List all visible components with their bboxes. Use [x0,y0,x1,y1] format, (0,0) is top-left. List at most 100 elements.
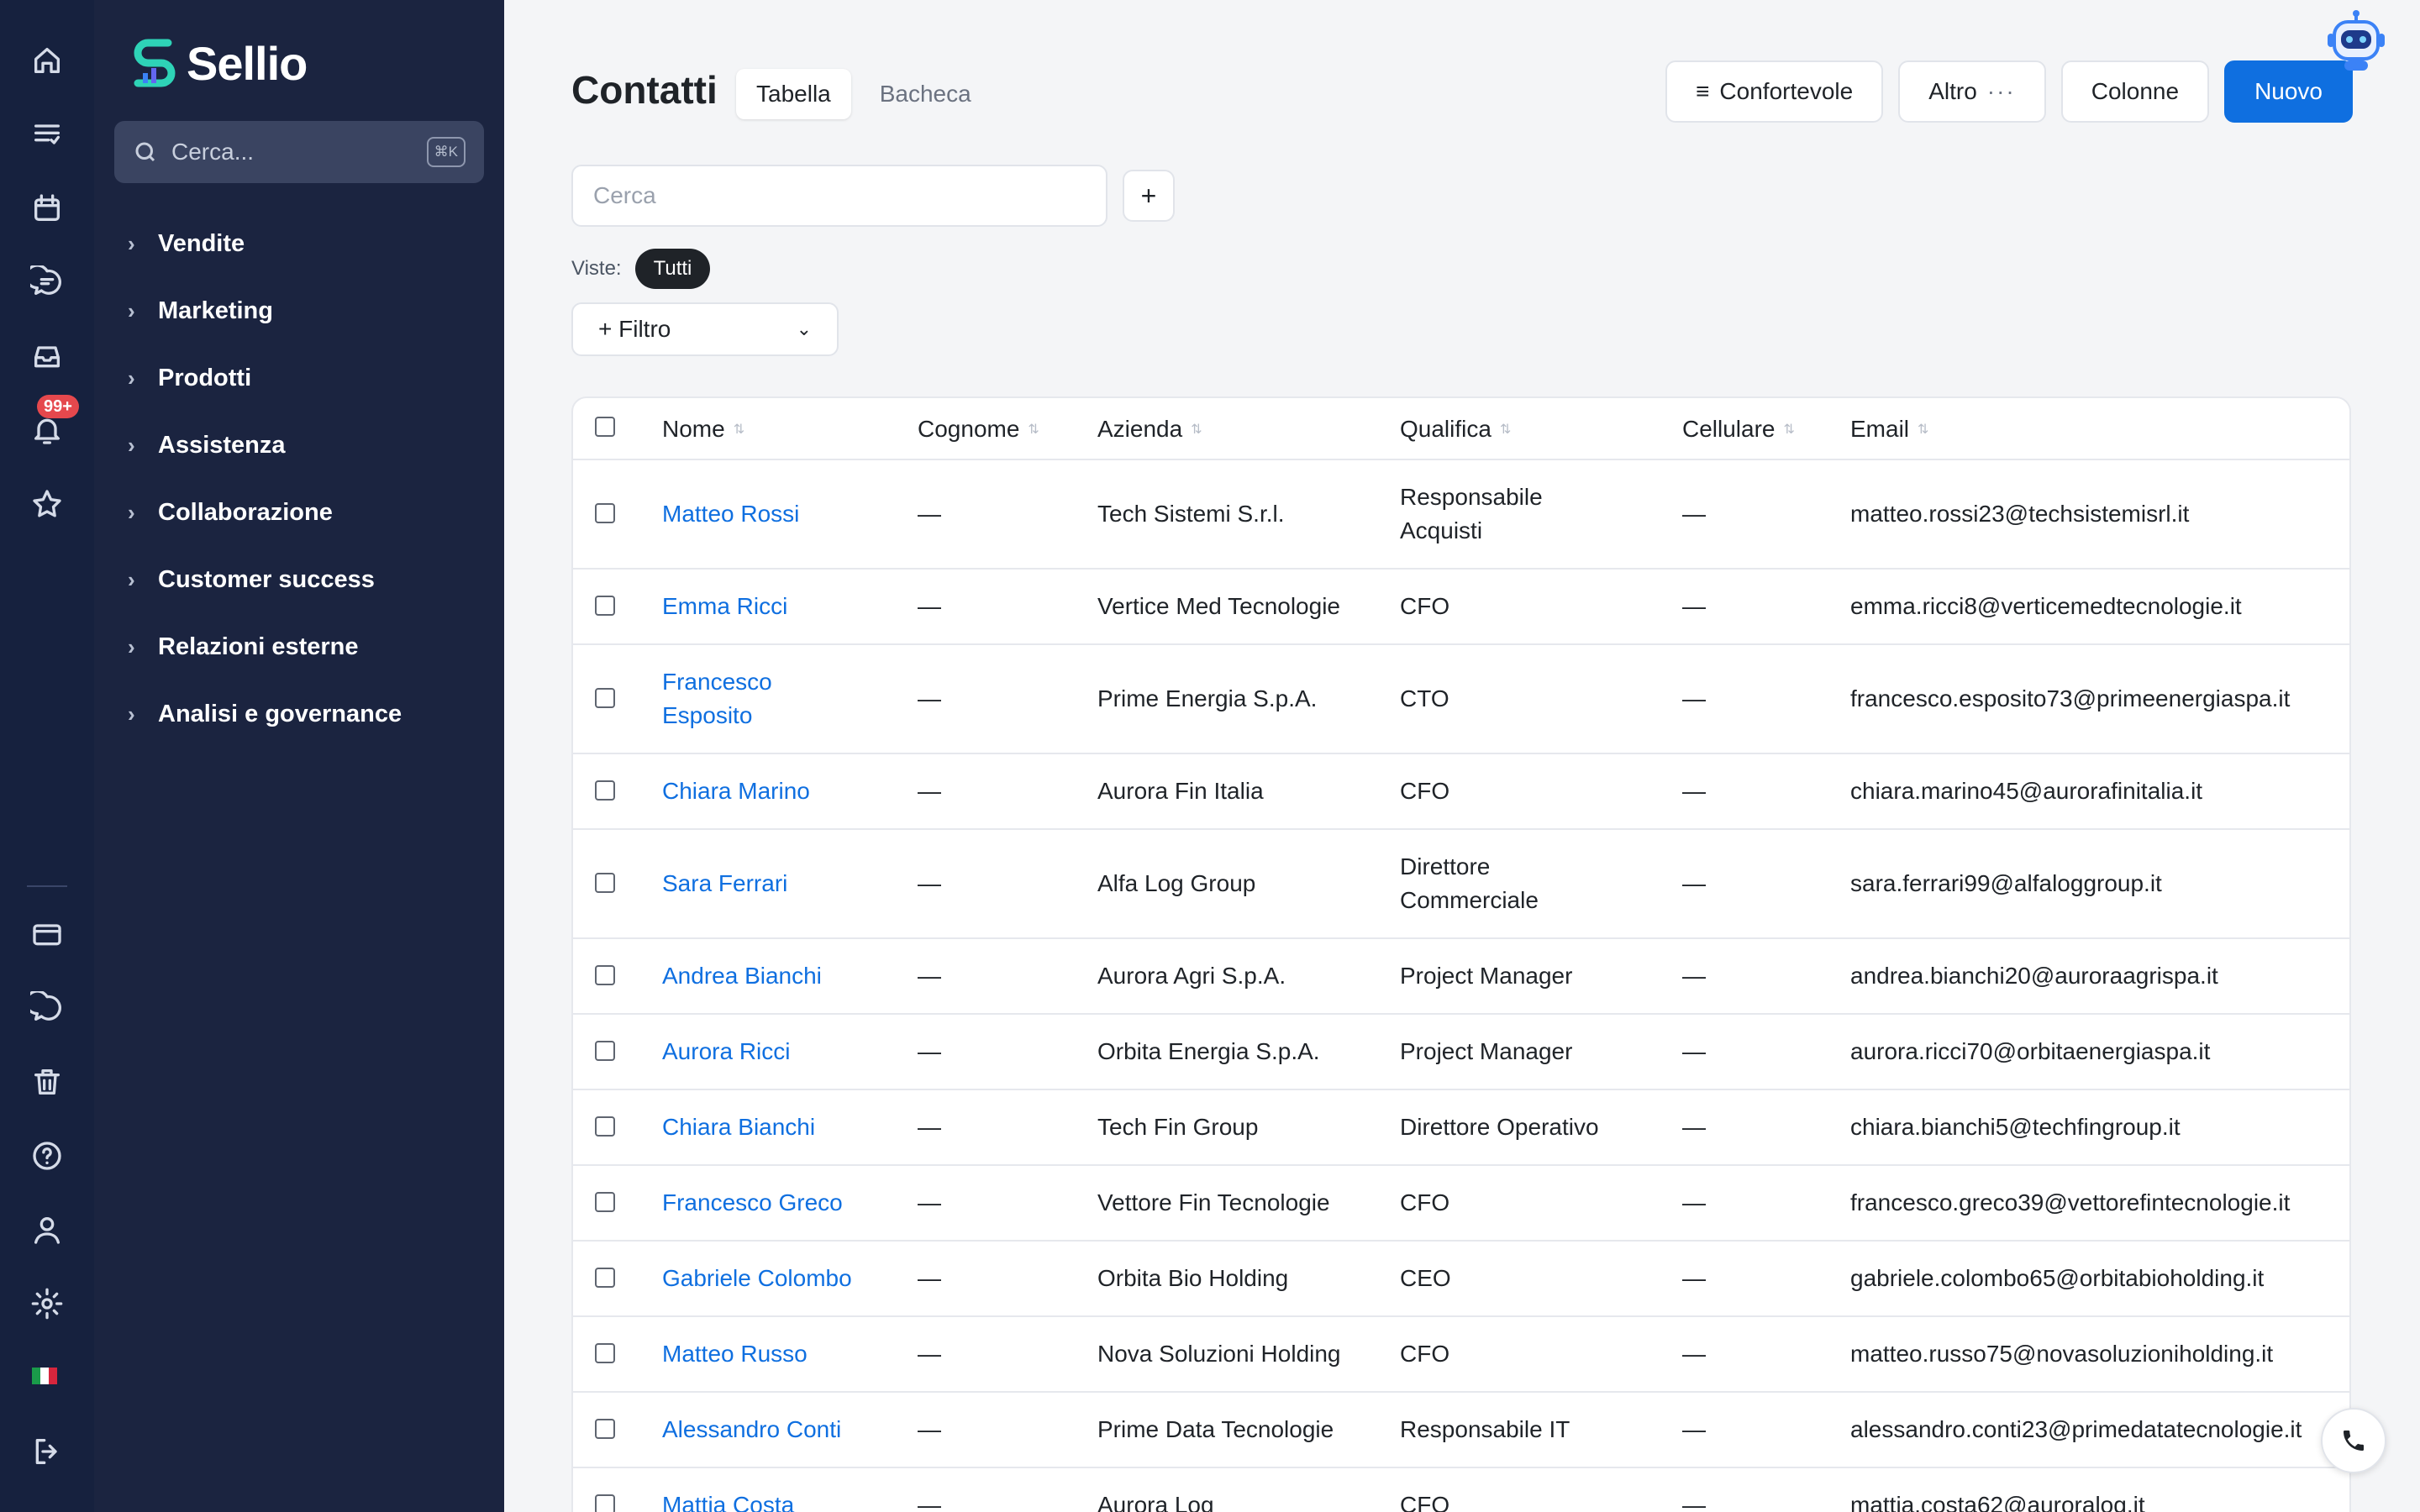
chevron-right-icon: › [128,297,135,323]
table-row[interactable]: Francesco Esposito — Prime Energia S.p.A… [573,645,2349,754]
row-checkbox[interactable] [595,780,615,801]
table-row[interactable]: Alessandro Conti — Prime Data Tecnologie… [573,1393,2349,1468]
cell-cognome: — [918,1189,941,1215]
more-button[interactable]: Altro ··· [1898,60,2046,123]
row-checkbox[interactable] [595,596,615,616]
cell-cellulare: — [1682,1341,1706,1367]
table-row[interactable]: Emma Ricci — Vertice Med Tecnologie CFO … [573,570,2349,645]
sidebar-search[interactable]: Cerca... ⌘K [114,121,484,183]
column-header-email[interactable]: Email ⇅ [1850,398,1928,460]
cell-email: gabriele.colombo65@orbitabioholding.it [1850,1265,2265,1291]
view-chip-tutti[interactable]: Tutti [634,249,711,289]
sidebar-item-customer-success[interactable]: › Customer success [128,546,402,613]
star-icon[interactable] [27,484,67,524]
calendar-icon[interactable] [27,188,67,228]
sidebar-item-label: Relazioni esterne [158,633,359,660]
chevron-right-icon: › [128,499,135,525]
sort-icon: ⇅ [1191,423,1202,437]
cell-qualifica: CFO [1400,593,1450,619]
contacts-search-input[interactable] [571,165,1107,227]
sidebar-item-vendite[interactable]: › Vendite [128,210,402,277]
sidebar-search-placeholder: Cerca... [171,139,255,165]
column-header-azienda[interactable]: Azienda ⇅ [1097,398,1202,460]
sidebar-item-label: Assistenza [158,431,286,459]
column-header-cellulare[interactable]: Cellulare ⇅ [1682,398,1795,460]
table-row[interactable]: Sara Ferrari — Alfa Log Group Direttore … [573,830,2349,939]
column-header-qualifica[interactable]: Qualifica ⇅ [1400,398,1511,460]
table-row[interactable]: Gabriele Colombo — Orbita Bio Holding CE… [573,1242,2349,1317]
row-checkbox[interactable] [595,1192,615,1212]
contact-name-link[interactable]: Alessandro Conti [662,1393,841,1467]
contact-name-link[interactable]: Matteo Russo [662,1317,808,1391]
user-icon[interactable] [27,1210,67,1250]
density-button[interactable]: ≡ Confortevole [1665,60,1884,123]
tab-bacheca[interactable]: Bacheca [860,69,992,119]
contact-name-link[interactable]: Chiara Marino [662,754,810,828]
contact-name-link[interactable]: Aurora Ricci [662,1015,790,1089]
contact-name-link[interactable]: Francesco Greco [662,1166,843,1240]
row-checkbox[interactable] [595,1494,615,1512]
contact-name-link[interactable]: Mattia Costa [662,1468,794,1512]
row-checkbox[interactable] [595,1041,615,1061]
column-header-cognome[interactable]: Cognome ⇅ [918,398,1039,460]
row-checkbox[interactable] [595,503,615,523]
sidebar-item-marketing[interactable]: › Marketing [128,277,402,344]
help-icon[interactable] [27,1136,67,1176]
table-row[interactable]: Mattia Costa — Aurora Log CFO — mattia.c… [573,1468,2349,1512]
column-header-label: Cellulare [1682,416,1776,442]
contact-name-link[interactable]: Sara Ferrari [662,830,787,937]
sidebar-item-collaborazione[interactable]: › Collaborazione [128,479,402,546]
home-icon[interactable] [27,40,67,81]
table-row[interactable]: Francesco Greco — Vettore Fin Tecnologie… [573,1166,2349,1242]
table-row[interactable]: Chiara Bianchi — Tech Fin Group Direttor… [573,1090,2349,1166]
inbox-icon[interactable] [27,336,67,376]
row-checkbox[interactable] [595,1419,615,1439]
chat-icon[interactable] [27,262,67,302]
flag-it-icon[interactable] [32,1368,57,1384]
table-row[interactable]: Matteo Rossi — Tech Sistemi S.r.l. Respo… [573,460,2349,570]
columns-button[interactable]: Colonne [2060,60,2210,123]
row-checkbox[interactable] [595,688,615,708]
contact-name-link[interactable]: Chiara Bianchi [662,1090,815,1164]
column-header-nome[interactable]: Nome ⇅ [662,398,744,460]
table-row[interactable]: Andrea Bianchi — Aurora Agri S.p.A. Proj… [573,939,2349,1015]
settings-icon[interactable] [27,1284,67,1324]
sidebar-item-assistenza[interactable]: › Assistenza [128,412,402,479]
row-checkbox[interactable] [595,1343,615,1363]
brand-logo[interactable]: Sellio [128,32,308,94]
sidebar-item-analisi[interactable]: › Analisi e governance [128,680,402,748]
sidebar-item-label: Marketing [158,297,273,324]
tab-tabella[interactable]: Tabella [736,69,851,119]
phone-call-button[interactable] [2321,1408,2386,1473]
sidebar-item-relazioni-esterne[interactable]: › Relazioni esterne [128,613,402,680]
logout-icon[interactable] [27,1431,67,1472]
add-filter-button[interactable]: + [1123,170,1175,222]
row-checkbox[interactable] [595,1268,615,1288]
list-icon[interactable] [27,114,67,155]
row-checkbox[interactable] [595,873,615,893]
cell-qualifica: Direttore Operativo [1400,1114,1599,1140]
row-checkbox[interactable] [595,965,615,985]
contact-name-link[interactable]: Gabriele Colombo [662,1242,852,1315]
filter-select[interactable]: + Filtro ⌄ [571,302,839,356]
table-row[interactable]: Aurora Ricci — Orbita Energia S.p.A. Pro… [573,1015,2349,1090]
cell-qualifica: Responsabile Acquisti [1400,484,1543,543]
sidebar-nav: › Vendite › Marketing › Prodotti › Assistenz… [128,210,402,748]
contact-name-link[interactable]: Francesco Esposito [662,645,830,753]
main-content: Contatti Tabella Bacheca ≡ Confortevole A… [504,0,2420,1512]
table-row[interactable]: Matteo Russo — Nova Soluzioni Holding CF… [573,1317,2349,1393]
contact-name-link[interactable]: Emma Ricci [662,570,787,643]
card-icon[interactable] [27,914,67,954]
trash-icon[interactable] [27,1062,67,1102]
contact-name-link[interactable]: Matteo Rossi [662,460,906,568]
assistant-bot-icon[interactable] [2323,8,2390,76]
sidebar-item-label: Collaborazione [158,498,333,526]
message-icon[interactable] [27,988,67,1028]
select-all-checkbox[interactable] [595,417,615,437]
sidebar-item-prodotti[interactable]: › Prodotti [128,344,402,412]
row-checkbox[interactable] [595,1116,615,1137]
cell-cellulare: — [1682,1492,1706,1512]
cell-azienda: Prime Energia S.p.A. [1097,685,1318,711]
table-row[interactable]: Chiara Marino — Aurora Fin Italia CFO — … [573,754,2349,830]
contact-name-link[interactable]: Andrea Bianchi [662,939,822,1013]
